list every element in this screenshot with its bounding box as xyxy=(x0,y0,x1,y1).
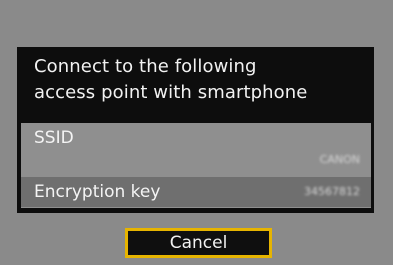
dialog-message-line-2: access point with smartphone xyxy=(34,82,308,103)
encryption-key-label: Encryption key xyxy=(34,182,161,202)
ssid-value: CANON xyxy=(319,153,360,166)
cancel-button[interactable]: Cancel xyxy=(125,228,272,258)
dialog-message: Connect to the following access point wi… xyxy=(34,54,354,106)
encryption-key-value: 34567812 xyxy=(304,185,360,198)
dialog-message-line-1: Connect to the following xyxy=(34,56,257,77)
connection-dialog: Connect to the following access point wi… xyxy=(17,47,374,213)
camera-screen: Connect to the following access point wi… xyxy=(0,0,393,265)
encryption-key-row: Encryption key 34567812 xyxy=(21,177,371,207)
ssid-label: SSID xyxy=(34,128,74,148)
